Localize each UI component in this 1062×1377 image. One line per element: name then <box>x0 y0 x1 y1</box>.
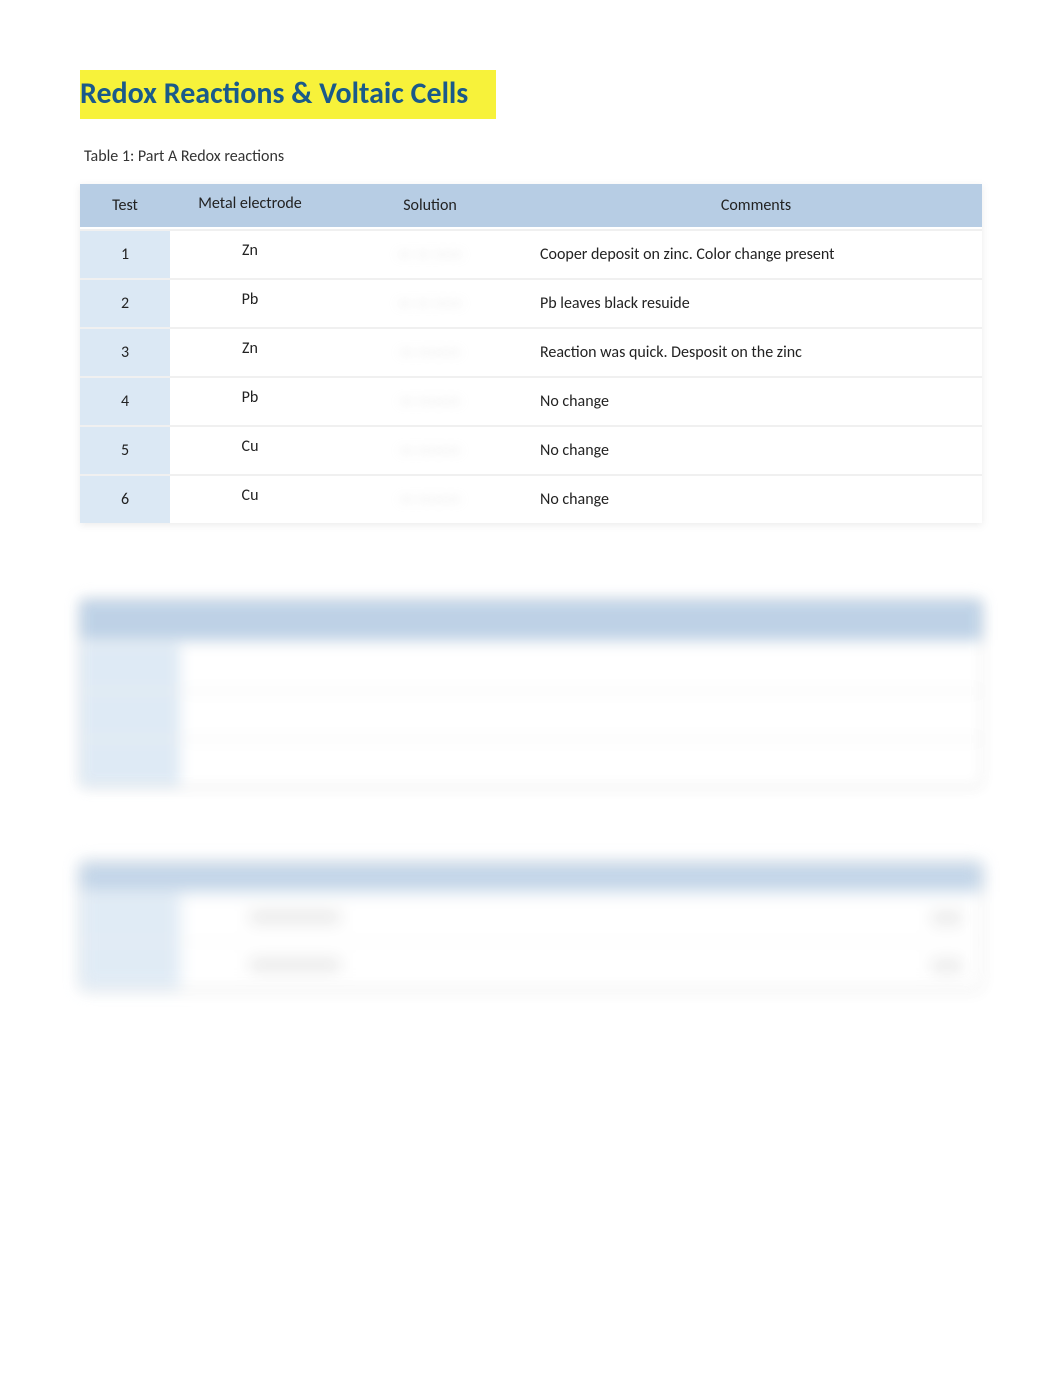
cell-test: 4 <box>80 376 170 425</box>
cell-electrode: Pb <box>170 376 330 425</box>
cell-comments: Pb leaves black resuide <box>530 278 982 327</box>
th-comments: Comments <box>530 184 982 229</box>
cell-comments: Reaction was quick. Desposit on the zinc <box>530 327 982 376</box>
cell-electrode: Zn <box>170 327 330 376</box>
cell-comments: Cooper deposit on zinc. Color change pre… <box>530 229 982 278</box>
th-test: Test <box>80 184 170 229</box>
table1-caption: Table 1: Part A Redox reactions <box>80 147 982 166</box>
cell-test: 2 <box>80 278 170 327</box>
cell-test: 3 <box>80 327 170 376</box>
table-row: 6 Cu — ——— No change <box>80 474 982 523</box>
cell-electrode: Cu <box>170 425 330 474</box>
table2-blurred <box>80 598 982 786</box>
cell-comments: No change <box>530 474 982 523</box>
cell-electrode: Cu <box>170 474 330 523</box>
cell-test: 6 <box>80 474 170 523</box>
table-row: 3 Zn — ——— Reaction was quick. Desposit … <box>80 327 982 376</box>
cell-electrode: Pb <box>170 278 330 327</box>
table-row: 5 Cu — ——— No change <box>80 425 982 474</box>
cell-solution: — ——— <box>330 425 530 474</box>
cell-comments: No change <box>530 376 982 425</box>
table-row: 1 Zn — — —— Cooper deposit on zinc. Colo… <box>80 229 982 278</box>
th-electrode: Metal electrode <box>170 184 330 229</box>
table3-placeholder <box>80 861 982 989</box>
table-row: 2 Pb — — —— Pb leaves black resuide <box>80 278 982 327</box>
cell-solution: — ——— <box>330 376 530 425</box>
cell-electrode: Zn <box>170 229 330 278</box>
cell-solution: — ——— <box>330 327 530 376</box>
table1-table: Test Metal electrode Solution Comments 1… <box>80 184 982 523</box>
page-title: Redox Reactions & Voltaic Cells <box>80 70 496 119</box>
table2-placeholder <box>80 598 982 786</box>
cell-comments: No change <box>530 425 982 474</box>
cell-solution: — ——— <box>330 474 530 523</box>
page-title-wrap: Redox Reactions & Voltaic Cells <box>80 70 982 119</box>
th-solution: Solution <box>330 184 530 229</box>
table-row: 4 Pb — ——— No change <box>80 376 982 425</box>
cell-test: 5 <box>80 425 170 474</box>
table1-header-row: Test Metal electrode Solution Comments <box>80 184 982 229</box>
cell-solution: — — —— <box>330 229 530 278</box>
table3-blurred <box>80 861 982 989</box>
cell-test: 1 <box>80 229 170 278</box>
cell-solution: — — —— <box>330 278 530 327</box>
table1: Test Metal electrode Solution Comments 1… <box>80 184 982 523</box>
